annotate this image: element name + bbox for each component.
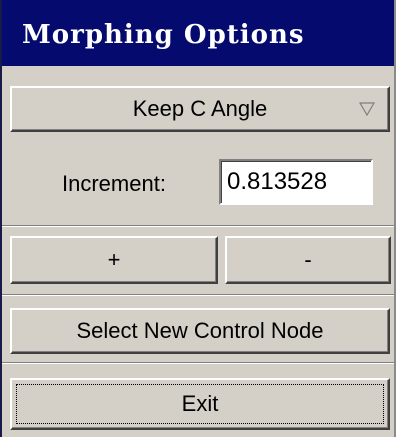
exit-button-label: Exit [181,391,219,416]
divider [2,362,394,364]
mode-dropdown-value: Keep C Angle [132,96,268,121]
triangle-down-icon [358,102,376,117]
divider [2,294,394,296]
exit-button[interactable]: Exit [10,378,390,430]
window-title: Morphing Options [22,20,305,50]
title-bar[interactable]: Morphing Options [2,0,394,66]
mode-dropdown[interactable]: Keep C Angle [10,86,390,132]
divider [2,225,394,227]
increment-field[interactable] [219,159,373,205]
increase-button[interactable]: + [10,236,218,284]
increment-label: Increment: [62,171,166,196]
select-control-node-button[interactable]: Select New Control Node [10,308,390,354]
decrease-button[interactable]: - [225,236,391,284]
morphing-options-window: Morphing Options Keep C Angle Increment:… [0,0,396,437]
